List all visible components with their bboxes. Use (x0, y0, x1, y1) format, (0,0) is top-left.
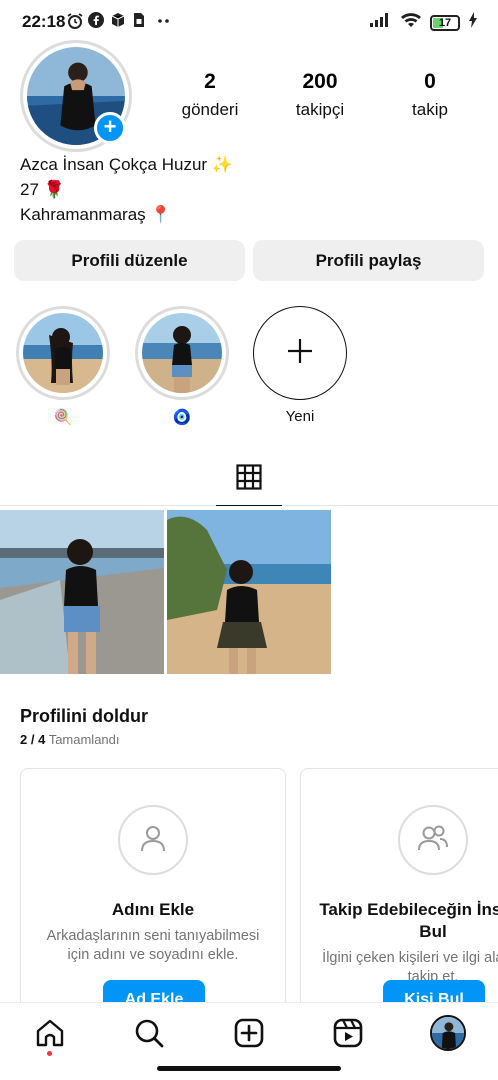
profile-actions: Profili düzenle Profili paylaş (14, 240, 484, 281)
person-icon (137, 822, 169, 859)
facebook-icon (88, 12, 104, 28)
bio-line: Kahramanmaraş 📍 (20, 205, 172, 224)
new-highlight-button[interactable]: Yeni (252, 306, 348, 425)
complete-profile-progress: 2 / 4 Tamamlandı (20, 732, 120, 747)
card-icon-circle (118, 805, 188, 875)
complete-profile-cards: Adını Ekle Arkadaşlarının seni tanıyabil… (20, 768, 498, 1008)
progress-count: 2 / 4 (20, 732, 46, 747)
stat-posts[interactable]: 2 gönderi (160, 70, 260, 120)
highlight-ring (16, 306, 110, 400)
status-system-icons: 17 (370, 12, 478, 33)
story-highlight[interactable]: 🧿 (134, 306, 230, 426)
bio-line: Azca İnsan Çokça Huzur ✨ (20, 155, 233, 174)
profile-bio: Azca İnsan Çokça Huzur ✨ 27 🌹 Kahramanma… (20, 152, 233, 227)
grid-icon[interactable] (236, 464, 262, 490)
status-bar: 22:18 17 (0, 0, 498, 44)
battery-indicator: 17 (430, 14, 460, 31)
people-icon (416, 822, 450, 859)
new-highlight-ring (253, 306, 347, 400)
stat-following-count: 0 (424, 70, 436, 93)
profile-avatar-tab[interactable] (430, 1015, 466, 1051)
post-grid (0, 510, 331, 674)
post-thumbnail[interactable] (0, 510, 164, 674)
wifi-icon (400, 12, 422, 33)
card-icon-circle (398, 805, 468, 875)
stat-posts-count: 2 (204, 70, 216, 93)
stat-followers-label: takipçi (295, 100, 345, 119)
post-thumbnail[interactable] (167, 510, 331, 674)
stat-following[interactable]: 0 takip (380, 70, 480, 120)
card-title: Adını Ekle (111, 900, 195, 919)
new-highlight-label: Yeni (285, 408, 315, 425)
reels-icon[interactable] (332, 1017, 364, 1049)
package-icon (110, 12, 126, 28)
add-name-card: Adını Ekle Arkadaşlarının seni tanıyabil… (20, 768, 286, 1008)
find-people-card: Takip Edebileceğin İnsanları Bul İlgini … (300, 768, 498, 1008)
stat-posts-label: gönderi (181, 100, 239, 119)
edit-profile-button[interactable]: Profili düzenle (14, 240, 245, 281)
stat-followers-count: 200 (302, 70, 338, 93)
home-icon[interactable] (34, 1017, 66, 1049)
profile-stats: 2 gönderi 200 takipçi 0 takip (160, 70, 480, 120)
sim-icon (132, 12, 148, 28)
highlight-ring (135, 306, 229, 400)
card-description: Arkadaşlarının seni tanıyabilmesi için a… (46, 928, 260, 963)
charging-icon (468, 12, 478, 33)
home-indicator[interactable] (157, 1066, 341, 1071)
stat-following-label: takip (412, 100, 448, 119)
alarm-icon (66, 12, 83, 29)
add-story-button[interactable]: + (94, 112, 126, 144)
battery-level: 17 (438, 16, 452, 29)
more-dots-icon (154, 12, 174, 28)
bio-line: 27 🌹 (20, 180, 65, 199)
complete-profile-title: Profilini doldur (20, 706, 148, 726)
status-time: 22:18 (22, 12, 66, 31)
signal-icon (370, 12, 392, 33)
highlight-caption: 🧿 (172, 409, 192, 426)
progress-label: Tamamlandı (48, 732, 120, 747)
active-tab-indicator (216, 505, 282, 506)
status-notification-icons (66, 12, 174, 29)
stat-followers[interactable]: 200 takipçi (270, 70, 370, 120)
content-tabs (0, 450, 498, 506)
highlight-cover (142, 313, 222, 393)
create-icon[interactable] (233, 1017, 265, 1049)
plus-icon (285, 336, 315, 371)
share-profile-button[interactable]: Profili paylaş (253, 240, 484, 281)
notification-dot (47, 1051, 52, 1056)
card-title: Takip Edebileceğin İnsanları Bul (319, 900, 498, 941)
highlight-caption: 🍭 (53, 409, 73, 426)
search-icon[interactable] (133, 1017, 165, 1049)
highlight-cover (23, 313, 103, 393)
story-highlight[interactable]: 🍭 (15, 306, 111, 426)
